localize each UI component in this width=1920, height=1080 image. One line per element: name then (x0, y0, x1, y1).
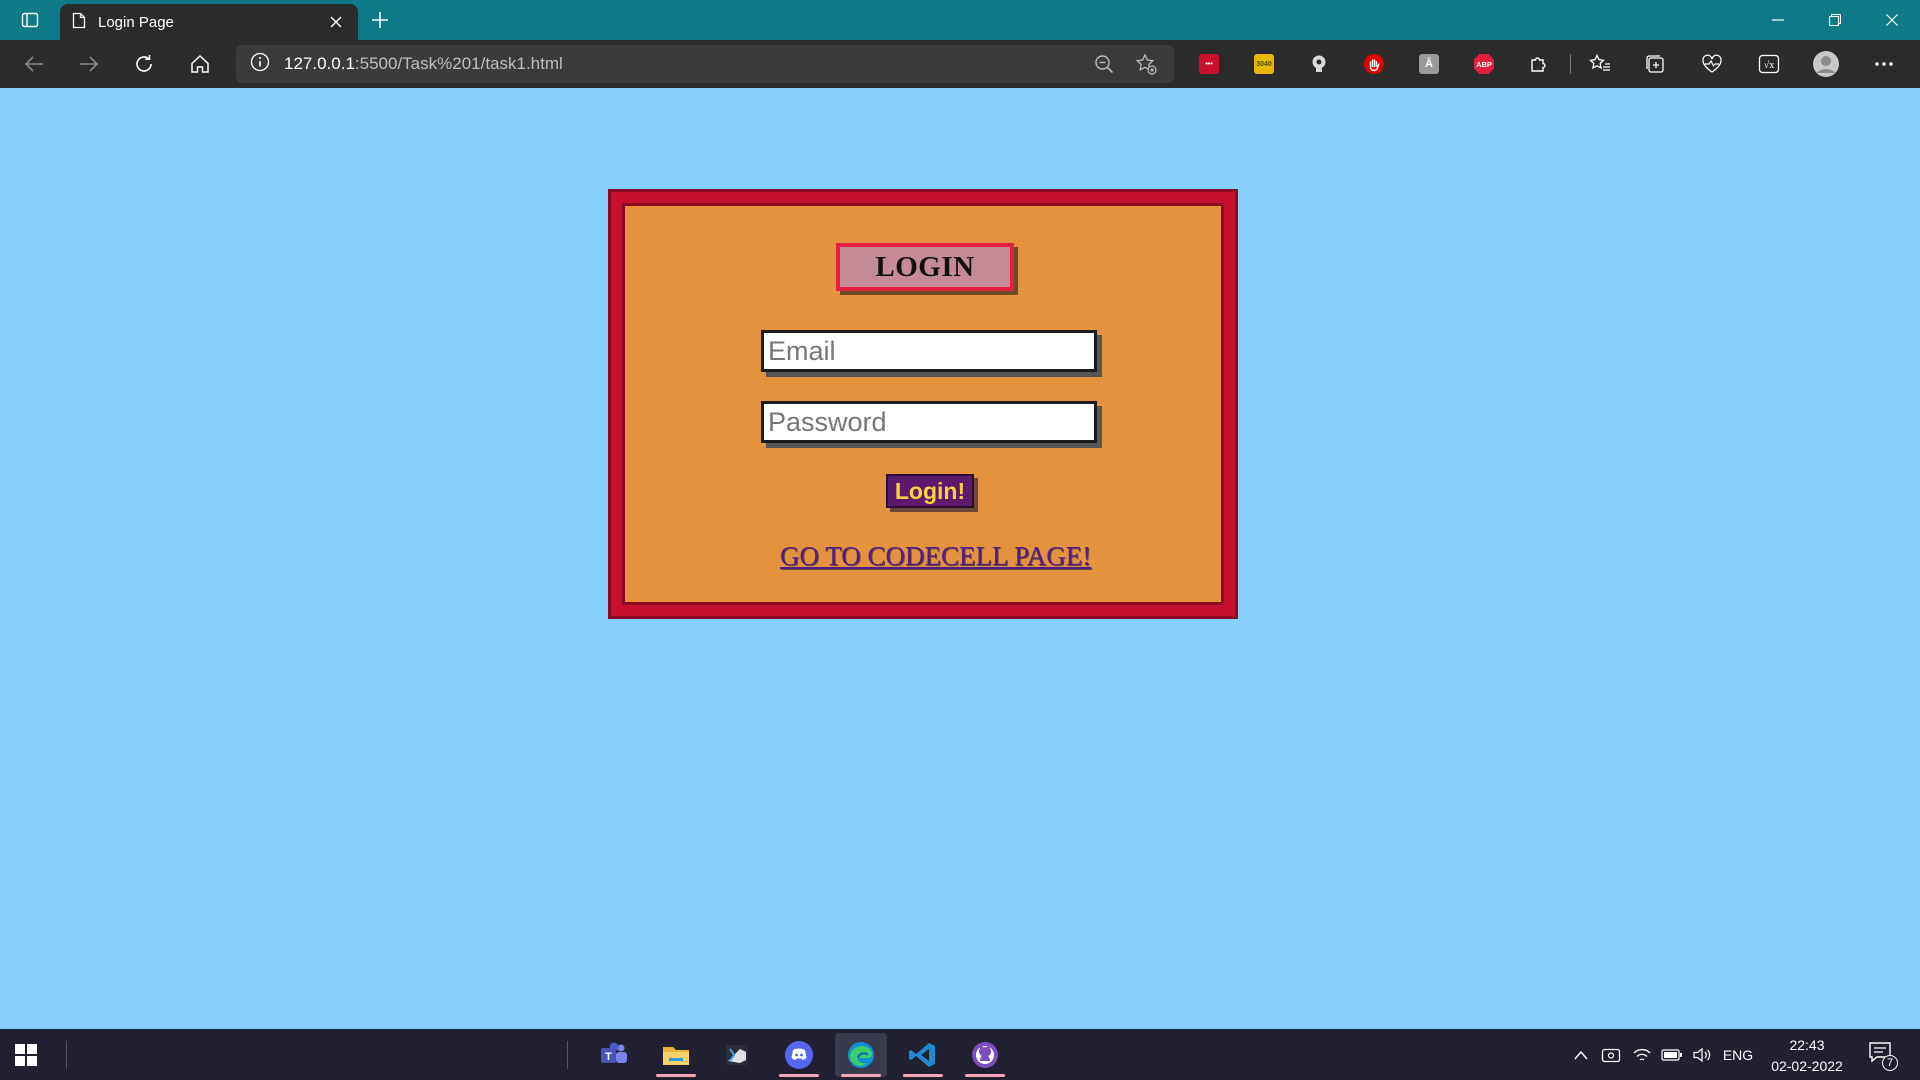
github-desktop-icon[interactable] (959, 1033, 1011, 1077)
site-info-icon[interactable] (250, 52, 270, 77)
running-indicator (779, 1074, 819, 1077)
password-field[interactable] (761, 401, 1097, 443)
notification-count-badge: 7 (1882, 1055, 1898, 1071)
show-hidden-icons-icon[interactable] (1570, 1029, 1592, 1080)
browser-titlebar: Login Page (0, 0, 1920, 40)
wifi-icon[interactable] (1630, 1029, 1654, 1080)
collections-icon[interactable] (1641, 50, 1669, 78)
discord-icon[interactable] (773, 1033, 825, 1077)
running-indicator (903, 1074, 943, 1077)
clock-time: 22:43 (1789, 1037, 1825, 1053)
address-bar[interactable]: 127.0.0.1:5500/Task%201/task1.html (236, 45, 1174, 83)
url-host: 127.0.0.1 (284, 54, 355, 73)
page-icon (72, 12, 86, 33)
login-box: LOGIN Login! GO TO CODECELL PAGE! (608, 189, 1238, 619)
favorites-icon[interactable] (1586, 50, 1614, 78)
extension-hand-icon[interactable] (1360, 50, 1388, 78)
close-window-icon[interactable] (1863, 0, 1920, 40)
running-indicator (841, 1074, 881, 1077)
zoom-out-icon[interactable] (1090, 50, 1118, 78)
page-viewport: LOGIN Login! GO TO CODECELL PAGE! (0, 88, 1920, 1029)
edge-icon[interactable] (835, 1033, 887, 1077)
volume-icon[interactable] (1690, 1029, 1714, 1080)
more-options-icon[interactable] (1870, 50, 1898, 78)
visual-studio-icon[interactable] (711, 1033, 763, 1077)
taskbar-divider (567, 1041, 568, 1069)
login-title: LOGIN (836, 243, 1014, 291)
health-icon[interactable] (1698, 50, 1726, 78)
login-button[interactable]: Login! (886, 474, 974, 508)
extension-bulb-icon[interactable] (1305, 50, 1333, 78)
extension-red-icon[interactable]: ••• (1195, 50, 1223, 78)
extension-yellow-icon[interactable]: 3040 (1250, 50, 1278, 78)
vscode-icon[interactable] (897, 1033, 949, 1077)
svg-text:T: T (605, 1051, 612, 1063)
minimize-icon[interactable] (1749, 0, 1806, 40)
browser-tab-active[interactable]: Login Page (60, 4, 358, 40)
teams-icon[interactable]: T (588, 1033, 640, 1077)
window-controls (1749, 0, 1920, 40)
tab-actions-icon[interactable] (12, 8, 48, 32)
close-tab-icon[interactable] (326, 12, 346, 32)
add-favorite-icon[interactable] (1132, 50, 1160, 78)
extension-adblock-icon[interactable]: ABP (1470, 50, 1498, 78)
toolbar-separator (1570, 54, 1571, 74)
extension-translate-icon[interactable]: Ā (1415, 50, 1443, 78)
back-icon[interactable] (17, 48, 51, 80)
windows-taskbar: T ENG 22:43 02-02-2022 7 (0, 1029, 1920, 1080)
clock-date: 02-02-2022 (1771, 1058, 1843, 1074)
extensions-puzzle-icon[interactable] (1525, 50, 1553, 78)
new-tab-icon[interactable] (368, 8, 392, 32)
codecell-page-link[interactable]: GO TO CODECELL PAGE! (780, 541, 1091, 572)
running-indicator (965, 1074, 1005, 1077)
forward-icon[interactable] (72, 48, 106, 80)
windows-start-icon[interactable] (12, 1041, 40, 1069)
math-solver-icon[interactable]: √x (1755, 50, 1783, 78)
home-icon[interactable] (183, 48, 217, 80)
running-indicator (656, 1074, 696, 1077)
email-field[interactable] (761, 330, 1097, 372)
url-path: :5500/Task%201/task1.html (354, 54, 563, 73)
refresh-icon[interactable] (127, 48, 161, 80)
browser-toolbar: 127.0.0.1:5500/Task%201/task1.html ••• 3… (0, 40, 1920, 88)
tab-title: Login Page (98, 13, 174, 31)
language-indicator[interactable]: ENG (1720, 1029, 1756, 1080)
battery-icon[interactable] (1659, 1029, 1685, 1080)
meet-now-icon[interactable] (1599, 1029, 1623, 1080)
taskbar-clock[interactable]: 22:43 02-02-2022 (1762, 1035, 1852, 1077)
restore-icon[interactable] (1806, 0, 1863, 40)
svg-text:√x: √x (1764, 60, 1775, 71)
taskbar-divider (66, 1041, 67, 1069)
file-explorer-icon[interactable] (650, 1033, 702, 1077)
url-text[interactable]: 127.0.0.1:5500/Task%201/task1.html (284, 54, 1076, 74)
profile-avatar-icon[interactable] (1812, 50, 1840, 78)
svg-text:ABP: ABP (1476, 60, 1492, 69)
notification-center-icon[interactable]: 7 (1868, 1041, 1898, 1071)
